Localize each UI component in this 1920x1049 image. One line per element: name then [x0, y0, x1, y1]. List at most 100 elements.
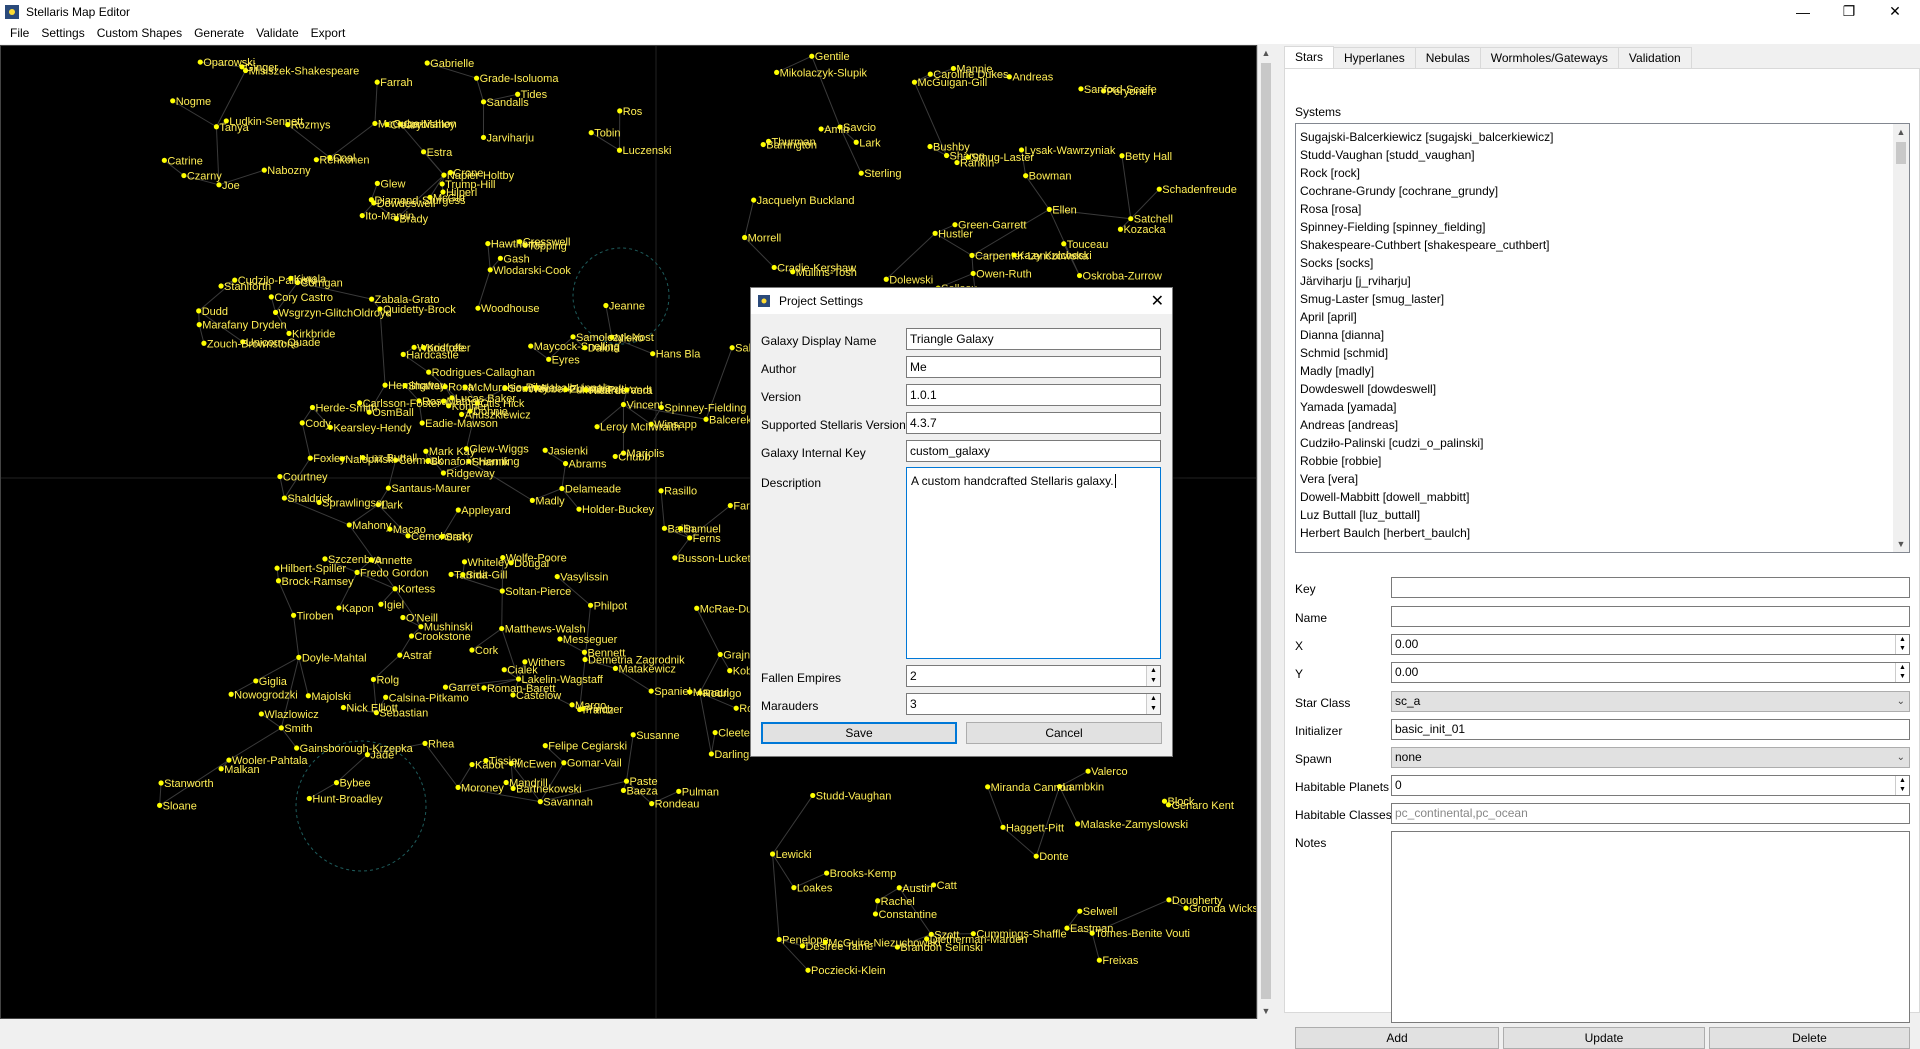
star-system[interactable] [617, 108, 622, 113]
star-system[interactable] [158, 780, 163, 785]
star-system[interactable] [875, 898, 880, 903]
star-system[interactable] [543, 743, 548, 748]
star-system[interactable] [288, 276, 293, 281]
star-system[interactable] [340, 456, 345, 461]
delete-button[interactable]: Delete [1709, 1027, 1910, 1049]
star-system[interactable] [790, 269, 795, 274]
star-system[interactable] [1157, 187, 1162, 192]
star-system[interactable] [543, 448, 548, 453]
star-system[interactable] [649, 801, 654, 806]
star-system[interactable] [488, 267, 493, 272]
systems-list[interactable]: Sugajski-Balcerkiewicz [sugajski_balcerk… [1295, 123, 1910, 553]
star-system[interactable] [456, 507, 461, 512]
star-system[interactable] [170, 98, 175, 103]
star-system[interactable] [687, 535, 692, 540]
star-system[interactable] [386, 485, 391, 490]
star-system[interactable] [392, 586, 397, 591]
star-system[interactable] [317, 500, 322, 505]
system-list-item[interactable]: Schmid [schmid] [1296, 344, 1909, 362]
scroll-down-arrow-icon[interactable]: ▼ [1258, 1003, 1274, 1019]
cancel-button[interactable]: Cancel [966, 722, 1162, 744]
star-system[interactable] [742, 235, 747, 240]
star-system[interactable] [952, 222, 957, 227]
star-system[interactable] [617, 148, 622, 153]
star-system[interactable] [201, 341, 206, 346]
star-system[interactable] [580, 706, 585, 711]
notes-textarea[interactable] [1391, 831, 1910, 1023]
star-system[interactable] [621, 402, 626, 407]
star-system[interactable] [687, 689, 692, 694]
star-system[interactable] [588, 603, 593, 608]
star-system[interactable] [296, 655, 301, 660]
star-system[interactable] [441, 173, 446, 178]
star-system[interactable] [621, 788, 626, 793]
star-system[interactable] [557, 636, 562, 641]
tab-stars[interactable]: Stars [1284, 46, 1334, 69]
star-system[interactable] [504, 780, 509, 785]
star-system[interactable] [933, 231, 938, 236]
spin-arrows-icon[interactable]: ▲▼ [1895, 663, 1909, 682]
star-system[interactable] [347, 522, 352, 527]
star-system[interactable] [369, 197, 374, 202]
star-system[interactable] [440, 189, 445, 194]
star-system[interactable] [582, 650, 587, 655]
system-list-item[interactable]: Dowell-Mabbitt [dowell_mabbitt] [1296, 488, 1909, 506]
star-system[interactable] [1118, 227, 1123, 232]
star-system[interactable] [824, 870, 829, 875]
star-system[interactable] [517, 239, 522, 244]
star-system[interactable] [425, 60, 430, 65]
star-system[interactable] [523, 386, 528, 391]
close-window-button[interactable]: ✕ [1872, 0, 1918, 23]
star-system[interactable] [662, 526, 667, 531]
star-system[interactable] [498, 256, 503, 261]
star-system[interactable] [226, 757, 231, 762]
star-system[interactable] [718, 652, 723, 657]
star-system[interactable] [751, 197, 756, 202]
star-system[interactable] [1078, 86, 1083, 91]
star-system[interactable] [1085, 769, 1090, 774]
star-system[interactable] [400, 615, 405, 620]
system-list-item[interactable]: Cochrane-Grundy [cochrane_grundy] [1296, 182, 1909, 200]
star-system[interactable] [481, 99, 486, 104]
star-system[interactable] [1128, 216, 1133, 221]
star-system[interactable] [912, 80, 917, 85]
star-system[interactable] [809, 54, 814, 59]
star-system[interactable] [357, 400, 362, 405]
menu-validate[interactable]: Validate [250, 23, 304, 44]
star-system[interactable] [650, 351, 655, 356]
star-system[interactable] [1119, 153, 1124, 158]
system-list-item[interactable]: Socks [socks] [1296, 254, 1909, 272]
star-system[interactable] [897, 885, 902, 890]
star-system[interactable] [515, 92, 520, 97]
marauders-spinbox[interactable]: 3 ▲▼ [906, 693, 1161, 715]
star-system[interactable] [594, 424, 599, 429]
star-system[interactable] [658, 488, 663, 493]
maximize-button[interactable]: ❐ [1826, 0, 1872, 23]
star-system[interactable] [1000, 825, 1005, 830]
star-system[interactable] [971, 271, 976, 276]
star-system[interactable] [369, 557, 374, 562]
star-system[interactable] [582, 345, 587, 350]
star-system[interactable] [181, 173, 186, 178]
star-system[interactable] [421, 345, 426, 350]
star-system[interactable] [709, 751, 714, 756]
star-system[interactable] [375, 80, 380, 85]
star-system[interactable] [1166, 897, 1171, 902]
x-spinbox[interactable]: 0.00 ▲▼ [1391, 634, 1910, 655]
spin-arrows-icon[interactable]: ▲▼ [1146, 694, 1160, 714]
star-system[interactable] [224, 118, 229, 123]
initializer-input[interactable]: basic_init_01 [1391, 719, 1910, 740]
scroll-up-arrow-icon[interactable]: ▲ [1258, 45, 1274, 61]
star-system[interactable] [499, 626, 504, 631]
star-system[interactable] [455, 785, 460, 790]
star-system[interactable] [218, 283, 223, 288]
star-system[interactable] [538, 799, 543, 804]
star-system[interactable] [624, 779, 629, 784]
star-system[interactable] [969, 253, 974, 258]
star-system[interactable] [277, 474, 282, 479]
menu-export[interactable]: Export [305, 23, 352, 44]
star-system[interactable] [418, 624, 423, 629]
star-system[interactable] [377, 306, 382, 311]
star-system[interactable] [516, 676, 521, 681]
star-system[interactable] [730, 345, 735, 350]
